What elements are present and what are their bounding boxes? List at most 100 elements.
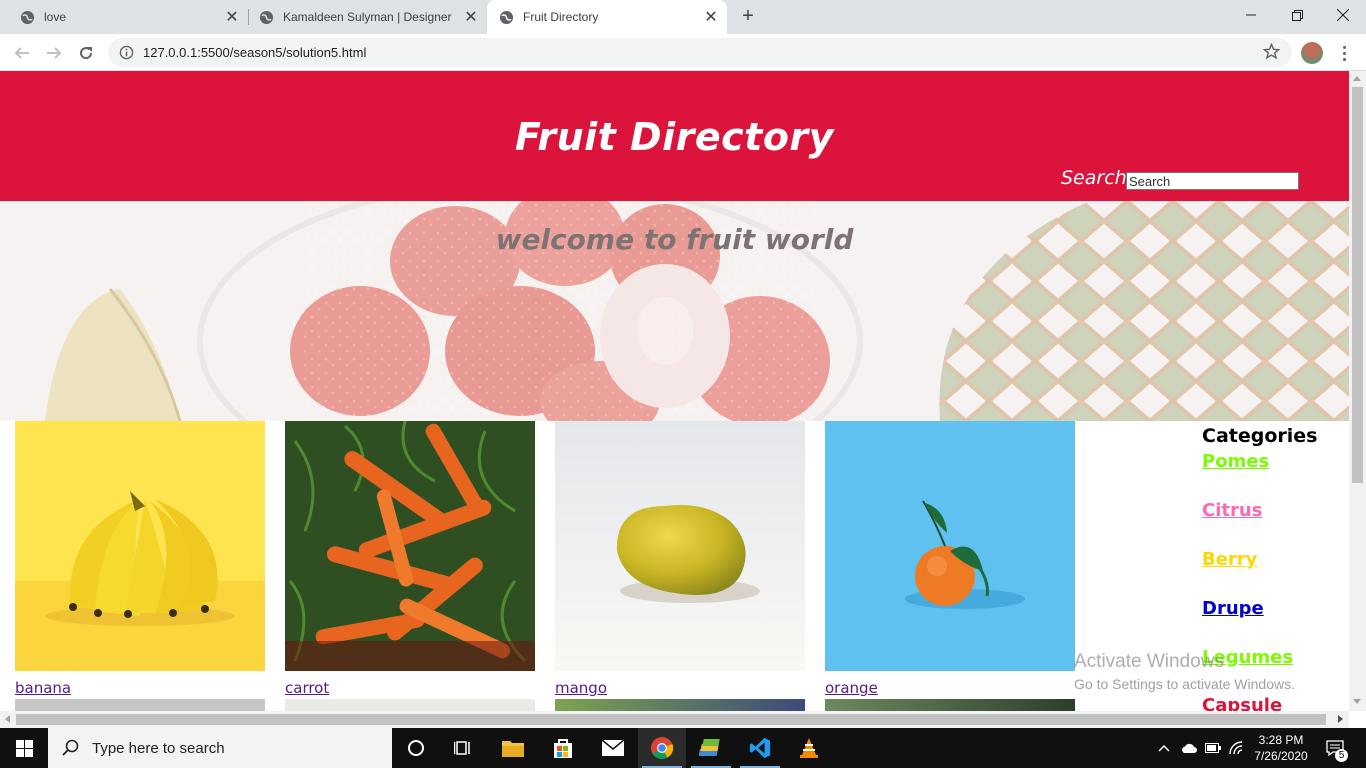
arrow-right-icon — [47, 47, 62, 59]
address-bar[interactable]: 127.0.0.1:5500/season5/solution5.html — [108, 38, 1292, 67]
tab-title: Fruit Directory — [523, 10, 599, 24]
banana-image[interactable] — [15, 421, 265, 671]
categories-sidebar: Categories Pomes Citrus Berry Drupe Legu… — [1202, 425, 1318, 711]
reload-icon — [80, 47, 93, 60]
chrome-button[interactable] — [638, 728, 686, 768]
close-tab-icon[interactable]: ✕ — [463, 7, 479, 27]
hero-banner: welcome to fruit world — [0, 201, 1349, 421]
activate-windows-subtext: Go to Settings to activate Windows. — [1074, 676, 1295, 692]
vertical-scroll-thumb[interactable] — [1352, 87, 1363, 483]
tab-title: Kamaldeen Sulyman | Designer — [283, 10, 452, 24]
minimize-button[interactable] — [1228, 0, 1274, 30]
fruit-link-mango[interactable]: mango — [555, 679, 607, 697]
bookmark-star-icon[interactable] — [1263, 43, 1280, 60]
fruit-card-image-row2[interactable] — [285, 699, 535, 711]
store-button[interactable] — [539, 728, 587, 768]
close-tab-icon[interactable]: ✕ — [224, 7, 240, 27]
orange-image[interactable] — [825, 421, 1075, 671]
tab-love[interactable]: love ✕ — [0, 0, 248, 34]
tray-chevron-up-icon[interactable] — [1156, 728, 1172, 768]
category-link-capsule[interactable]: Capsule — [1202, 695, 1282, 711]
taskbar-clock[interactable]: 3:28 PM 7/26/2020 — [1243, 732, 1319, 764]
browser-toolbar: 127.0.0.1:5500/season5/solution5.html — [0, 34, 1366, 71]
search-label: Search — [1061, 167, 1127, 189]
page-title: Fruit Directory — [515, 115, 834, 159]
scroll-down-arrow-icon[interactable] — [1353, 699, 1361, 704]
vertical-scrollbar[interactable] — [1349, 71, 1366, 711]
vlc-cone-icon — [800, 738, 818, 758]
category-link-berry[interactable]: Berry — [1202, 549, 1257, 570]
globe-icon — [499, 10, 514, 24]
back-button[interactable] — [9, 40, 35, 66]
category-link-citrus[interactable]: Citrus — [1202, 500, 1262, 521]
category-link-pomes[interactable]: Pomes — [1202, 451, 1269, 472]
chrome-icon — [651, 737, 674, 759]
mail-button[interactable] — [589, 728, 637, 768]
tab-title: love — [44, 10, 67, 24]
close-tab-icon[interactable]: ✕ — [703, 7, 719, 27]
start-button[interactable] — [0, 728, 48, 768]
fruit-card-carrot[interactable]: carrot — [285, 421, 535, 697]
scroll-up-arrow-icon[interactable] — [1353, 76, 1361, 81]
globe-icon — [259, 10, 274, 24]
windows-taskbar: Type here to search 3:28 PM 7/26/2020 5 — [0, 728, 1366, 768]
fruit-link-carrot[interactable]: carrot — [285, 679, 329, 697]
tab-fruit-directory[interactable]: Fruit Directory ✕ — [487, 0, 727, 34]
store-bag-icon — [554, 739, 572, 758]
globe-icon — [20, 10, 35, 24]
file-explorer-button[interactable] — [489, 728, 537, 768]
reload-button[interactable] — [73, 40, 99, 66]
restore-button[interactable] — [1274, 0, 1320, 30]
tab-kamaldeen[interactable]: Kamaldeen Sulyman | Designer ✕ — [239, 0, 487, 34]
vscode-button[interactable] — [736, 728, 784, 768]
carrot-image[interactable] — [285, 421, 535, 671]
page-viewport: Fruit Directory Search Search welcome to… — [0, 71, 1349, 711]
horizontal-scroll-thumb[interactable] — [16, 714, 1326, 725]
search-icon — [62, 739, 79, 756]
new-tab-button[interactable]: + — [737, 5, 759, 27]
browser-menu-icon[interactable] — [1336, 42, 1352, 64]
notification-count-badge: 5 — [1335, 749, 1348, 762]
close-window-button[interactable] — [1320, 0, 1366, 30]
folder-icon — [502, 741, 524, 757]
category-link-drupe[interactable]: Drupe — [1202, 598, 1264, 619]
bluestacks-button[interactable] — [687, 728, 735, 768]
categories-title: Categories — [1202, 425, 1318, 447]
fruit-card-banana[interactable]: banana — [15, 421, 265, 697]
mail-icon — [601, 739, 625, 756]
fruit-link-banana[interactable]: banana — [15, 679, 71, 697]
info-icon[interactable] — [119, 45, 134, 60]
search-input[interactable] — [1126, 172, 1299, 190]
scroll-left-arrow-icon[interactable] — [5, 715, 10, 723]
notification-center-button[interactable]: 5 — [1322, 728, 1348, 768]
clock-time: 3:28 PM — [1258, 733, 1304, 747]
forward-button[interactable] — [41, 40, 67, 66]
fruit-card-image-row2[interactable] — [15, 699, 265, 711]
fruit-link-orange[interactable]: orange — [825, 679, 878, 697]
taskbar-search-box[interactable]: Type here to search — [48, 728, 392, 768]
scroll-right-arrow-icon[interactable] — [1338, 715, 1343, 723]
fruit-card-mango[interactable]: mango — [555, 421, 805, 697]
task-view-button[interactable] — [440, 728, 488, 768]
onedrive-cloud-icon[interactable] — [1178, 728, 1200, 768]
fruit-card-image-row2[interactable] — [555, 699, 805, 711]
vscode-icon — [749, 737, 771, 759]
profile-avatar[interactable] — [1301, 42, 1323, 64]
cortana-button[interactable] — [392, 728, 440, 768]
battery-icon[interactable] — [1203, 728, 1223, 768]
arrow-left-icon — [14, 47, 29, 59]
tab-strip: love ✕ Kamaldeen Sulyman | Designer ✕ Fr… — [0, 0, 1366, 34]
vlc-button[interactable] — [785, 728, 833, 768]
cortana-circle-icon — [408, 740, 424, 756]
mango-image[interactable] — [555, 421, 805, 671]
taskbar-search-placeholder: Type here to search — [92, 739, 225, 757]
fruit-card-image-row2[interactable] — [825, 699, 1075, 711]
windows-logo-icon — [15, 739, 33, 757]
hero-text: welcome to fruit world — [495, 223, 854, 256]
fruit-card-orange[interactable]: orange — [825, 421, 1075, 697]
task-view-icon — [454, 741, 470, 755]
horizontal-scrollbar[interactable] — [0, 711, 1349, 728]
clock-date: 7/26/2020 — [1254, 749, 1308, 763]
url-text: 127.0.0.1:5500/season5/solution5.html — [143, 45, 367, 60]
site-header: Fruit Directory Search — [0, 71, 1349, 201]
